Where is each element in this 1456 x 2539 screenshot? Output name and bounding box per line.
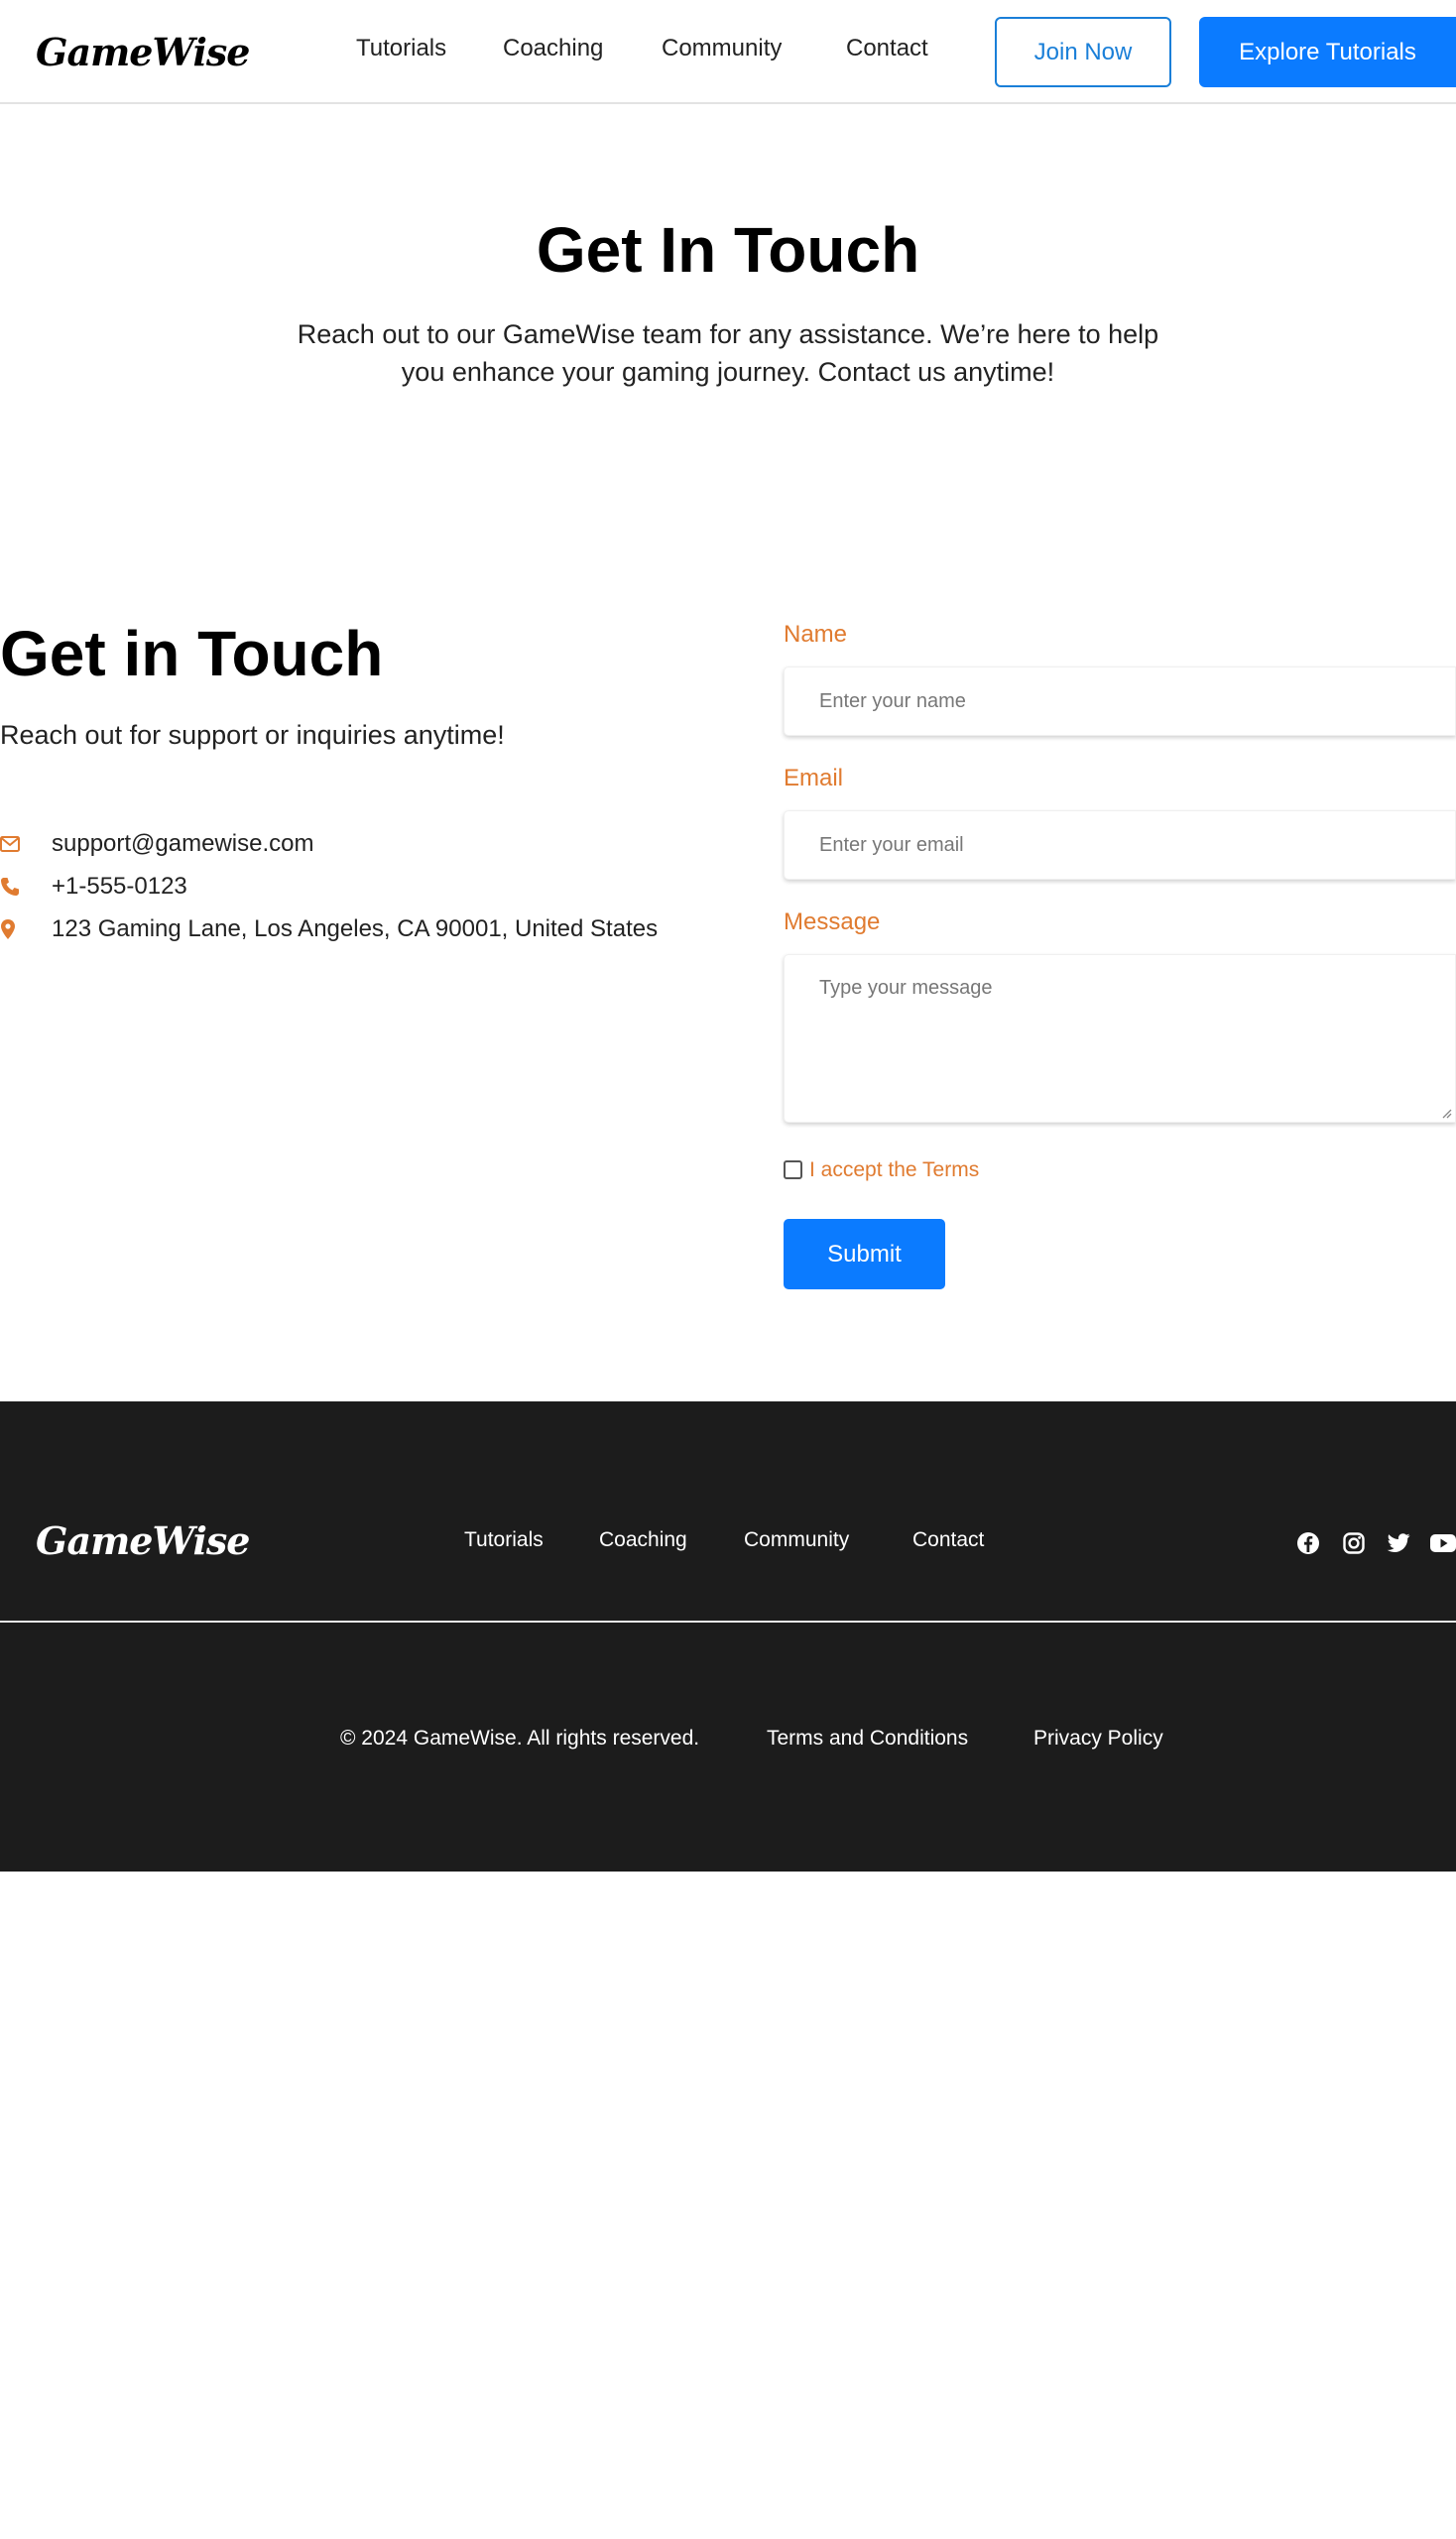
site-header: GameWise Tutorials Coaching Community Co… bbox=[0, 0, 1456, 104]
site-footer: GameWise Tutorials Coaching Community Co… bbox=[0, 1401, 1456, 1872]
contact-address-row: 123 Gaming Lane, Los Angeles, CA 90001, … bbox=[0, 914, 658, 944]
contact-phone[interactable]: +1-555-0123 bbox=[52, 873, 187, 901]
youtube-icon[interactable] bbox=[1430, 1530, 1456, 1556]
footer-link-community[interactable]: Community bbox=[744, 1528, 849, 1552]
footer-link-coaching[interactable]: Coaching bbox=[599, 1528, 687, 1552]
contact-email-row: support@gamewise.com bbox=[0, 829, 313, 859]
nav-link-contact[interactable]: Contact bbox=[846, 35, 928, 62]
nav-link-tutorials[interactable]: Tutorials bbox=[356, 35, 446, 62]
nav-link-coaching[interactable]: Coaching bbox=[503, 35, 603, 62]
message-label: Message bbox=[784, 908, 881, 935]
name-placeholder: Enter your name bbox=[819, 689, 966, 712]
name-label: Name bbox=[784, 621, 848, 648]
message-textarea[interactable]: Type your message bbox=[784, 954, 1456, 1123]
terms-label[interactable]: I accept the Terms bbox=[809, 1158, 979, 1182]
instagram-icon[interactable] bbox=[1341, 1530, 1367, 1556]
privacy-link[interactable]: Privacy Policy bbox=[1033, 1727, 1163, 1751]
message-placeholder: Type your message bbox=[819, 977, 993, 999]
contact-email[interactable]: support@gamewise.com bbox=[52, 830, 313, 858]
hero-title: Get In Touch bbox=[536, 214, 920, 286]
contact-title: Get in Touch bbox=[0, 618, 384, 689]
email-input[interactable]: Enter your email bbox=[784, 810, 1456, 880]
submit-button[interactable]: Submit bbox=[784, 1219, 945, 1289]
envelope-icon bbox=[0, 836, 52, 852]
footer-link-tutorials[interactable]: Tutorials bbox=[464, 1528, 544, 1552]
contact-subtitle: Reach out for support or inquiries anyti… bbox=[0, 720, 505, 750]
twitter-icon[interactable] bbox=[1386, 1530, 1411, 1556]
hero-subtitle: Reach out to our GameWise team for any a… bbox=[297, 319, 1159, 387]
terms-link[interactable]: Terms and Conditions bbox=[767, 1727, 968, 1751]
join-now-button[interactable]: Join Now bbox=[995, 17, 1171, 87]
footer-divider bbox=[0, 1621, 1456, 1623]
resize-handle-icon[interactable] bbox=[1440, 1107, 1452, 1119]
location-pin-icon bbox=[0, 918, 52, 940]
name-input[interactable]: Enter your name bbox=[784, 666, 1456, 736]
email-placeholder: Enter your email bbox=[819, 833, 964, 856]
facebook-icon[interactable] bbox=[1295, 1530, 1321, 1556]
phone-icon bbox=[0, 877, 52, 897]
header-logo[interactable]: GameWise bbox=[36, 30, 250, 74]
footer-logo[interactable]: GameWise bbox=[36, 1518, 250, 1563]
explore-tutorials-button[interactable]: Explore Tutorials bbox=[1199, 17, 1456, 87]
terms-checkbox[interactable] bbox=[784, 1160, 802, 1179]
footer-link-contact[interactable]: Contact bbox=[912, 1528, 984, 1552]
contact-phone-row: +1-555-0123 bbox=[0, 872, 187, 902]
email-label: Email bbox=[784, 765, 844, 791]
contact-address: 123 Gaming Lane, Los Angeles, CA 90001, … bbox=[52, 915, 659, 942]
copyright-text: © 2024 GameWise. All rights reserved. bbox=[340, 1727, 700, 1750]
nav-link-community[interactable]: Community bbox=[662, 35, 782, 62]
